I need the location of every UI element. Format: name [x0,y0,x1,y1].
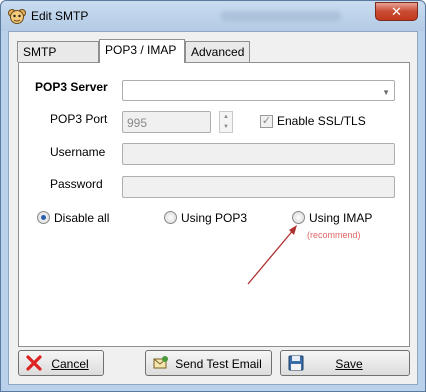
app-icon [8,9,26,24]
blurred-title-text [221,11,341,21]
window-title: Edit SMTP [31,9,89,23]
close-button[interactable]: ✕ [375,2,418,21]
cancel-label: Cancel [51,357,89,371]
annotation-arrow [247,225,297,285]
send-test-email-button[interactable]: Send Test Email [145,350,272,376]
send-test-email-label: Send Test Email [175,357,262,371]
tab-advanced[interactable]: Advanced [185,41,250,62]
title-bar[interactable]: Edit SMTP ✕ [1,1,425,31]
dialog-body: SMTP Server POP3 / IMAP Advanced POP3 Se… [8,31,418,385]
dialog-window: Edit SMTP ✕ SMTP Server POP3 / IMAP Adva… [0,0,426,392]
cancel-button[interactable]: Cancel [18,350,104,376]
pop3-imap-panel: POP3 Server ▼ POP3 Port 995 ▲ ▼ ✓ Enable… [18,62,410,347]
save-button[interactable]: Save [280,350,410,376]
tab-pop3-imap[interactable]: POP3 / IMAP [99,39,185,63]
tab-smtp-server[interactable]: SMTP Server [17,41,99,79]
save-label: Save [335,357,363,371]
